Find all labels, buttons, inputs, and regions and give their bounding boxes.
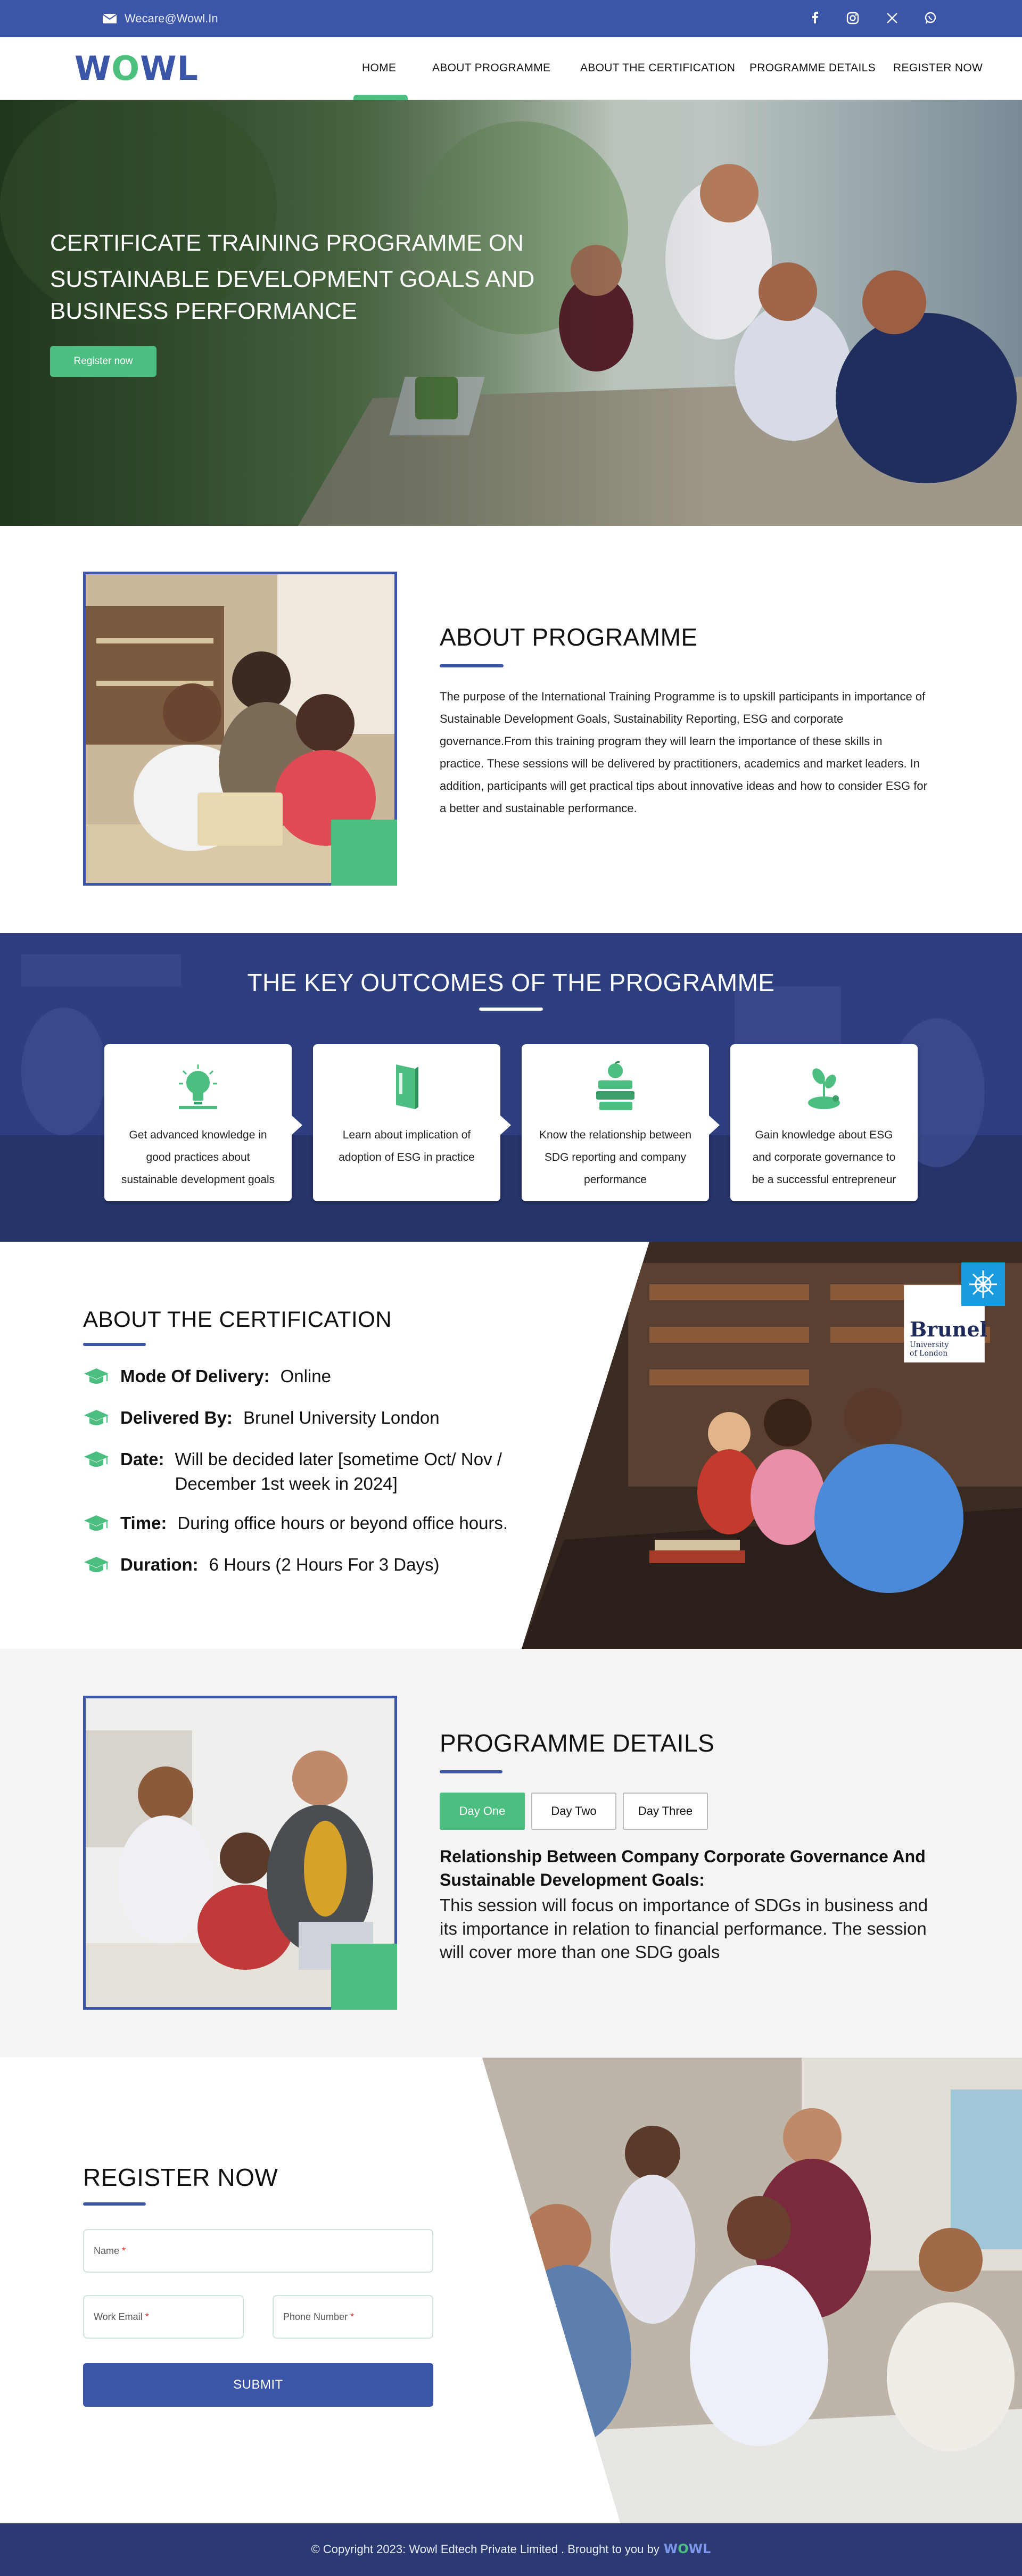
certification-section: ABOUT THE CERTIFICATION Mode Of Delivery… xyxy=(0,1242,1022,1649)
about-title: ABOUT PROGRAMME xyxy=(440,623,698,651)
outcome-card: Learn about implication of adoption of E… xyxy=(313,1044,511,1201)
graduation-cap-icon xyxy=(84,1410,109,1425)
cert-row-delivered-by: Delivered By: Brunel University London xyxy=(83,1406,440,1430)
details-photo-accent xyxy=(331,1944,397,2010)
graduation-cap-icon xyxy=(84,1515,109,1531)
cert-label: Date: xyxy=(120,1449,164,1469)
nav-register-now[interactable]: REGISTER NOW xyxy=(893,62,983,75)
cert-value: Will be decided later [sometime Oct/ Nov… xyxy=(175,1449,502,1493)
name-field[interactable]: Name * xyxy=(83,2229,433,2273)
outcome-card-text: Get advanced knowledge in good practices… xyxy=(121,1129,275,1186)
cert-label: Delivered By: xyxy=(120,1408,233,1427)
hero-title-line1: CERTIFICATE TRAINING PROGRAMME ON xyxy=(50,230,524,256)
outcome-card: Get advanced knowledge in good practices… xyxy=(104,1044,302,1201)
cert-value: Online xyxy=(280,1366,331,1386)
contact-email-text[interactable]: Wecare@Wowl.In xyxy=(125,12,218,26)
footer: © Copyright 2023: Wowl Edtech Private Li… xyxy=(0,2523,1022,2576)
details-title: PROGRAMME DETAILS xyxy=(440,1729,715,1757)
register-photo xyxy=(482,2058,1022,2523)
brunel-crest-icon xyxy=(961,1262,1005,1306)
cert-label: Duration: xyxy=(120,1555,199,1574)
outcome-card-arrow xyxy=(291,1114,302,1136)
outcomes-title-underline xyxy=(479,1008,543,1011)
tab-day-three[interactable]: Day Three xyxy=(623,1793,708,1830)
nav-home[interactable]: HOME xyxy=(362,62,396,75)
hero-title-line2: SUSTAINABLE DEVELOPMENT GOALS AND xyxy=(50,266,535,292)
tab-day-one[interactable]: Day One xyxy=(440,1793,525,1830)
wowl-logo[interactable]: WOWL xyxy=(75,49,199,88)
facebook-icon[interactable] xyxy=(808,11,823,26)
hero-banner: CERTIFICATE TRAINING PROGRAMME ON SUSTAI… xyxy=(0,100,1022,526)
footer-copyright: © Copyright 2023: Wowl Edtech Private Li… xyxy=(311,2541,711,2556)
nav-active-indicator xyxy=(353,95,408,100)
work-email-field[interactable]: Work Email * xyxy=(83,2295,244,2339)
brunel-logo-name: Brunel xyxy=(910,1317,988,1341)
about-title-underline xyxy=(440,664,504,667)
main-navbar: WOWL HOME ABOUT PROGRAMME ABOUT THE CERT… xyxy=(0,37,1022,100)
register-title: REGISTER NOW xyxy=(83,2164,278,2191)
brunel-logo-subtitle: University of London xyxy=(910,1341,949,1358)
instagram-icon[interactable] xyxy=(845,11,860,26)
session-heading: Relationship Between Company Corporate G… xyxy=(440,1847,926,1889)
register-section: REGISTER NOW xyxy=(0,2058,1022,2523)
whatsapp-icon[interactable] xyxy=(923,11,938,26)
cert-label: Time: xyxy=(120,1513,167,1533)
outcomes-title: THE KEY OUTCOMES OF THE PROGRAMME xyxy=(247,969,775,996)
cert-row-duration: Duration: 6 Hours (2 Hours For 3 Days) xyxy=(83,1553,439,1577)
cert-label: Mode Of Delivery: xyxy=(120,1366,270,1386)
nav-about-programme[interactable]: ABOUT PROGRAMME xyxy=(432,62,550,75)
outcome-card: Gain knowledge about ESG and corporate g… xyxy=(730,1044,918,1201)
book-icon xyxy=(380,1060,433,1113)
lightbulb-icon xyxy=(171,1060,225,1113)
certification-title-underline xyxy=(83,1343,146,1346)
top-bar: Wecare@Wowl.In xyxy=(0,0,1022,37)
outcome-card-arrow xyxy=(708,1114,720,1136)
tab-day-two[interactable]: Day Two xyxy=(531,1793,616,1830)
phone-number-field[interactable]: Phone Number * xyxy=(273,2295,433,2339)
hero-title-line3: BUSINESS PERFORMANCE xyxy=(50,298,357,324)
register-title-underline xyxy=(83,2202,146,2206)
graduation-cap-icon xyxy=(84,1368,109,1384)
outcome-card-arrow xyxy=(499,1114,511,1136)
key-outcomes-section: THE KEY OUTCOMES OF THE PROGRAMME Get ad… xyxy=(0,933,1022,1242)
books-apple-icon xyxy=(589,1060,642,1113)
outcome-card-text: Learn about implication of adoption of E… xyxy=(339,1129,475,1163)
cert-value: During office hours or beyond office hou… xyxy=(177,1513,508,1533)
cert-row-time: Time: During office hours or beyond offi… xyxy=(83,1511,508,1535)
about-photo-accent xyxy=(331,820,397,886)
cert-value: 6 Hours (2 Hours For 3 Days) xyxy=(209,1555,440,1574)
graduation-cap-icon xyxy=(84,1451,109,1467)
outcome-card-text: Know the relationship between SDG report… xyxy=(539,1129,692,1186)
submit-button[interactable]: SUBMIT xyxy=(83,2363,433,2407)
nav-programme-details[interactable]: PROGRAMME DETAILS xyxy=(749,62,876,75)
plant-icon xyxy=(797,1060,851,1113)
footer-wowl-logo[interactable]: WOWL xyxy=(664,2541,711,2556)
mail-icon xyxy=(102,14,117,23)
graduation-cap-icon xyxy=(84,1557,109,1572)
cert-row-date: Date: Will be decided later [sometime Oc… xyxy=(83,1447,516,1496)
outcome-card: Know the relationship between SDG report… xyxy=(522,1044,720,1201)
cert-value: Brunel University London xyxy=(243,1408,440,1427)
outcome-card-text: Gain knowledge about ESG and corporate g… xyxy=(752,1129,896,1186)
nav-about-certification[interactable]: ABOUT THE CERTIFICATION xyxy=(580,62,735,75)
about-programme-section: ABOUT PROGRAMME The purpose of the Inter… xyxy=(0,526,1022,933)
details-title-underline xyxy=(440,1770,502,1773)
certification-title: ABOUT THE CERTIFICATION xyxy=(83,1307,392,1332)
x-icon[interactable] xyxy=(885,11,900,26)
about-text: The purpose of the International Trainin… xyxy=(440,690,927,815)
cert-row-mode: Mode Of Delivery: Online xyxy=(83,1364,331,1389)
hero-register-button[interactable]: Register now xyxy=(50,346,156,377)
contact-email[interactable]: Wecare@Wowl.In xyxy=(102,12,218,26)
session-description: This session will focus on importance of… xyxy=(440,1895,928,1962)
